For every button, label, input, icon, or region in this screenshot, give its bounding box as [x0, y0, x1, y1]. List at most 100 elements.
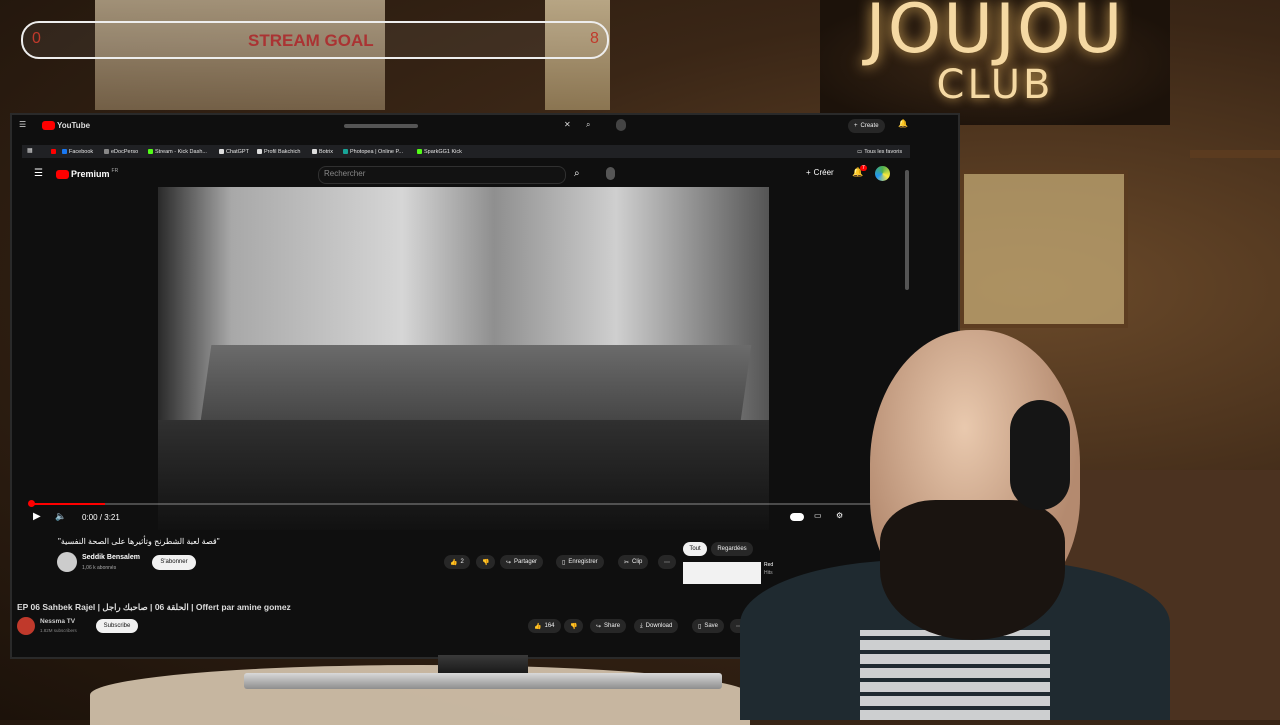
page-scrollbar[interactable]: [905, 170, 909, 290]
clip-button[interactable]: ✂ Clip: [618, 555, 649, 569]
more-actions-button[interactable]: ⋯: [658, 555, 676, 569]
outer-subscribe-button[interactable]: Subscribe: [96, 619, 138, 633]
outer-search-text[interactable]: [344, 124, 418, 128]
bookmark-item[interactable]: SparkGG1 Kick: [417, 145, 462, 158]
bookmark-favicon-icon: [148, 149, 153, 154]
folder-icon: ▭: [857, 148, 863, 155]
account-avatar[interactable]: [875, 166, 890, 181]
autoplay-toggle[interactable]: [790, 513, 804, 521]
bookmark-item[interactable]: Botrix: [312, 145, 333, 158]
bookmark-label: ChatGPT: [226, 148, 249, 155]
bookmark-label: SparkGG1 Kick: [424, 148, 462, 155]
chip-watched[interactable]: Regardées: [711, 542, 753, 556]
outer-search-icon[interactable]: ⌕: [586, 120, 590, 130]
channel-avatar[interactable]: [57, 552, 77, 572]
bookmark-label: eDocPerso: [111, 148, 139, 155]
bookmark-icon: ▯: [698, 623, 702, 630]
like-button[interactable]: 👍 2: [444, 555, 470, 569]
bookmark-label: Facebook: [69, 148, 94, 155]
outer-save-button[interactable]: ▯ Save: [692, 619, 724, 633]
bookmark-favicon-icon: [312, 149, 317, 154]
mic-icon[interactable]: [606, 167, 615, 180]
bookmark-item[interactable]: Photopea | Online P...: [343, 145, 403, 158]
outer-share-button[interactable]: ↪ Share: [590, 619, 627, 633]
notification-count-badge: 7: [860, 165, 867, 171]
share-button[interactable]: ↪ Partager: [500, 555, 544, 569]
subscribe-button[interactable]: S'abonner: [152, 555, 196, 570]
thumbs-down-icon: 👎: [482, 559, 490, 566]
bookmark-youtube-icon[interactable]: [51, 149, 56, 154]
outer-create-button[interactable]: + Create: [848, 119, 885, 133]
bookmark-favicon-icon: [343, 149, 348, 154]
streamer-beard: [880, 500, 1065, 640]
menu-icon[interactable]: ☰: [34, 168, 43, 179]
volume-icon[interactable]: 🔈: [55, 511, 66, 522]
outer-clear-icon[interactable]: ✕: [564, 120, 571, 129]
background-shelf: [1190, 150, 1280, 158]
search-placeholder: Rechercher: [324, 169, 366, 178]
bookmark-item[interactable]: eDocPerso: [104, 145, 138, 158]
outer-channel-subscribers: 1.82M subscribers: [40, 628, 77, 633]
bookmark-favicon-icon: [417, 149, 422, 154]
stream-goal-max: 8: [590, 30, 599, 47]
outer-menu-icon[interactable]: ☰: [19, 120, 26, 129]
search-icon[interactable]: ⌕: [574, 168, 580, 179]
youtube-play-icon: [42, 121, 55, 130]
tv-neck: [438, 655, 528, 673]
bookmark-favicon-icon: [104, 149, 109, 154]
outer-like-button[interactable]: 👍 164: [528, 619, 561, 633]
thumbs-down-icon: 👎: [570, 623, 578, 630]
outer-youtube-logo[interactable]: YouTube: [42, 121, 90, 130]
video-frame-table: [158, 420, 769, 530]
streamer-headset: [1010, 400, 1070, 510]
youtube-premium-logo[interactable]: Premium FR: [56, 168, 118, 179]
bookmark-label: Photopea | Online P...: [350, 148, 404, 155]
bookmark-label: Botrix: [319, 148, 334, 155]
outer-download-button[interactable]: ⤓ Download: [634, 619, 679, 633]
all-bookmarks[interactable]: ▭ Tous les favoris: [857, 145, 902, 158]
outer-channel-name[interactable]: Nessma TV: [40, 618, 75, 625]
bookmark-favicon-icon: [219, 149, 224, 154]
bookmark-item[interactable]: Facebook: [62, 145, 93, 158]
video-progress-handle[interactable]: [28, 500, 35, 507]
bookmark-item[interactable]: Profil Bakchich: [257, 145, 300, 158]
outer-mic-icon[interactable]: [616, 119, 626, 131]
chip-all[interactable]: Tout: [683, 542, 707, 556]
bookmark-favicon-icon: [257, 149, 262, 154]
recommended-title[interactable]: Red: [764, 562, 773, 568]
bookmark-label: Profil Bakchich: [264, 148, 301, 155]
apps-grid-icon[interactable]: ▦: [27, 147, 33, 154]
bookmark-label: Stream - Kick Dash...: [155, 148, 207, 155]
create-button[interactable]: + Créer: [806, 168, 834, 177]
recommended-channel: Hits: [764, 570, 773, 576]
outer-video-title: EP 06 Sahbek Rajel | الحلقة 06 | صاحبك ر…: [17, 602, 291, 612]
dislike-button[interactable]: 👎: [476, 555, 496, 569]
save-button[interactable]: ▯ Enregistrer: [556, 555, 604, 569]
youtube-play-icon: [56, 169, 69, 179]
plus-icon: +: [854, 123, 858, 129]
video-title: "قصة لعبة الشطرنج وتأثيرها على الصحة الن…: [58, 537, 220, 546]
play-icon[interactable]: ▶: [33, 511, 41, 522]
background-poster: [960, 170, 1128, 328]
outer-youtube-header: [12, 115, 954, 137]
subtitles-icon[interactable]: ▭: [814, 511, 822, 520]
bookmark-item[interactable]: Stream - Kick Dash...: [148, 145, 207, 158]
bookmark-item[interactable]: ChatGPT: [219, 145, 249, 158]
bookmark-favicon-icon: [62, 149, 67, 154]
share-icon: ↪: [506, 559, 512, 566]
channel-name[interactable]: Seddik Bensalem: [82, 554, 140, 561]
stream-goal-min: 0: [32, 30, 41, 47]
more-icon: ⋯: [664, 559, 670, 566]
thumbs-up-icon: 👍: [450, 559, 458, 566]
recommended-thumbnail[interactable]: [683, 562, 761, 584]
scissors-icon: ✂: [624, 559, 630, 566]
video-time: 0:00 / 3:21: [82, 513, 120, 522]
outer-channel-avatar[interactable]: [17, 617, 35, 635]
neon-sign-subtitle: CLUB: [936, 62, 1054, 108]
outer-dislike-button[interactable]: 👎: [564, 619, 584, 633]
video-progress-bar[interactable]: [30, 503, 902, 505]
share-icon: ↪: [596, 623, 602, 630]
settings-gear-icon[interactable]: ⚙: [836, 511, 843, 520]
bookmark-icon: ▯: [562, 559, 566, 566]
outer-notifications-icon[interactable]: 🔔: [898, 119, 908, 128]
